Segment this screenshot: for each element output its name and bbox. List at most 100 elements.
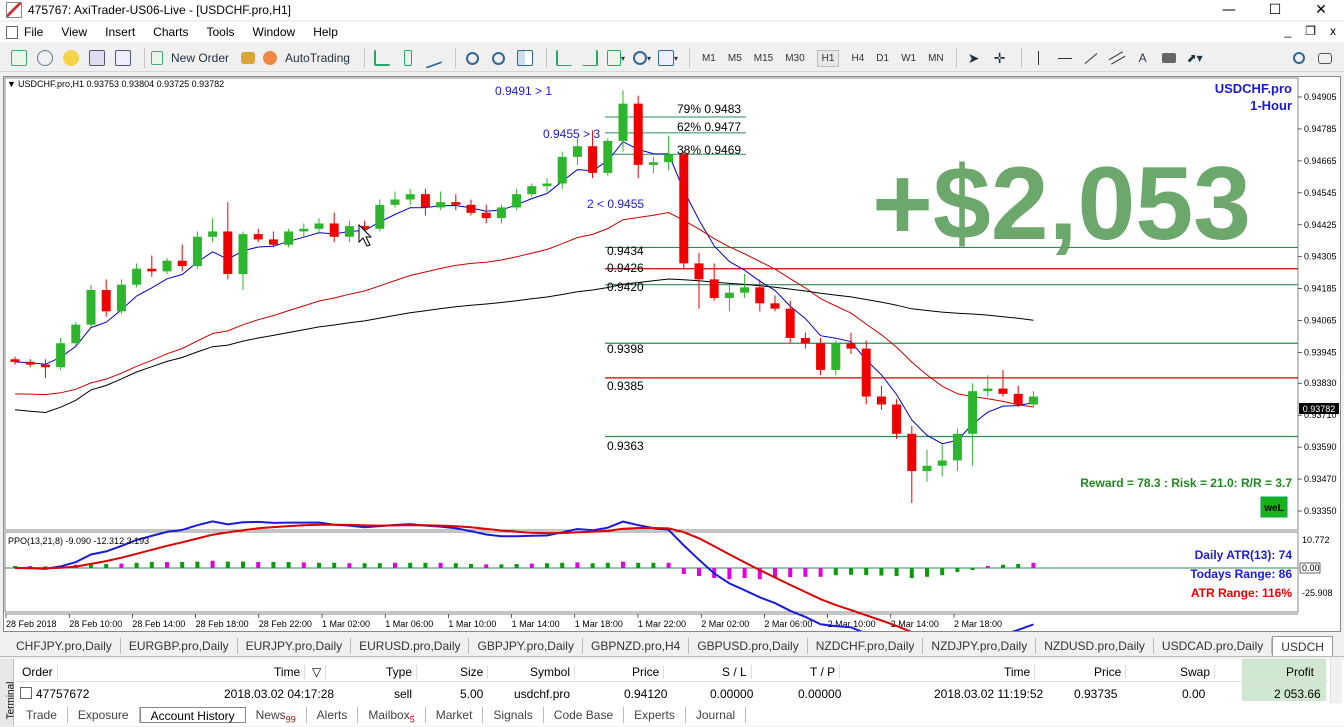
- candlestick-button[interactable]: [397, 47, 419, 69]
- col-type[interactable]: Type: [386, 665, 417, 679]
- new-chart-button[interactable]: [8, 47, 30, 69]
- profiles-button[interactable]: [34, 47, 56, 69]
- menu-insert[interactable]: Insert: [105, 25, 135, 39]
- tab-eurusd[interactable]: EURUSD.pro,Daily: [351, 638, 469, 654]
- menu-tools[interactable]: Tools: [207, 25, 235, 39]
- tab-experts[interactable]: Experts: [624, 707, 686, 723]
- col-order[interactable]: Order: [22, 665, 58, 679]
- periods-button[interactable]: ▾: [631, 47, 653, 69]
- signal-annotation-mid: 0.9455 > 3: [543, 127, 600, 141]
- tab-eurjpy[interactable]: EURJPY.pro,Daily: [238, 638, 351, 654]
- chart-collapse-icon[interactable]: ▼: [7, 79, 16, 89]
- col-tp[interactable]: T / P: [810, 665, 840, 679]
- candle-body: [740, 287, 749, 292]
- timeframe-w1[interactable]: W1: [901, 53, 916, 64]
- favorites-button[interactable]: [60, 47, 82, 69]
- timeframe-m30[interactable]: M30: [785, 53, 804, 64]
- horizontal-line-button[interactable]: [1054, 47, 1076, 69]
- tab-gbpnzd[interactable]: GBPNZD.pro,H4: [583, 638, 689, 654]
- text-label-button[interactable]: [1158, 47, 1180, 69]
- col-open-time[interactable]: Time: [274, 665, 305, 679]
- crosshair-tool-button[interactable]: ✛: [989, 47, 1011, 69]
- col-swap[interactable]: Swap: [1180, 665, 1215, 679]
- menu-help[interactable]: Help: [313, 25, 338, 39]
- col-close-price[interactable]: Price: [1094, 665, 1126, 679]
- child-restore-button[interactable]: ❐: [1305, 24, 1316, 38]
- timeframe-h4[interactable]: H4: [851, 53, 864, 64]
- menu-charts[interactable]: Charts: [153, 25, 188, 39]
- timeframe-m1[interactable]: M1: [702, 53, 716, 64]
- bar-chart-button[interactable]: [371, 47, 393, 69]
- col-close-time[interactable]: Time: [1004, 665, 1035, 679]
- cursor-tool-button[interactable]: ➤: [963, 47, 985, 69]
- tester-button[interactable]: [112, 47, 134, 69]
- indicators-button[interactable]: ▾: [605, 47, 627, 69]
- menu-view[interactable]: View: [61, 25, 87, 39]
- tab-account-history[interactable]: Account History: [140, 707, 246, 723]
- tab-usdcad[interactable]: USDCAD.pro,Daily: [1154, 638, 1272, 654]
- timeframe-h1[interactable]: H1: [817, 50, 840, 67]
- menu-file[interactable]: File: [6, 25, 43, 39]
- tab-market[interactable]: Market: [426, 707, 484, 723]
- tab-signals[interactable]: Signals: [483, 707, 543, 723]
- expert-button[interactable]: [237, 47, 259, 69]
- candle-body: [147, 269, 156, 272]
- timeframe-d1[interactable]: D1: [876, 53, 889, 64]
- minimize-button[interactable]: —: [1206, 0, 1252, 20]
- tab-eurgbp[interactable]: EURGBP.pro,Daily: [121, 638, 238, 654]
- table-row[interactable]: 47757672 2018.03.02 04:17:28 sell 5.00 u…: [16, 684, 1328, 704]
- tab-exposure[interactable]: Exposure: [68, 707, 140, 723]
- trendline-button[interactable]: [1080, 47, 1102, 69]
- child-close-button[interactable]: x: [1330, 24, 1336, 38]
- ppo-histogram-bar: [499, 564, 503, 568]
- price-chart[interactable]: 0.949050.947850.946650.945450.944250.943…: [4, 77, 1340, 631]
- child-minimize-button[interactable]: _: [1285, 24, 1292, 38]
- chart-shift-button[interactable]: [553, 47, 575, 69]
- tab-nzdusd[interactable]: NZDUSD.pro,Daily: [1036, 638, 1154, 654]
- ppo-histogram-bar: [727, 568, 731, 579]
- tab-trade[interactable]: Trade: [16, 707, 68, 723]
- terminal-scrollbar[interactable]: [1330, 659, 1342, 703]
- tab-alerts[interactable]: Alerts: [307, 707, 359, 723]
- tab-chfjpy[interactable]: CHFJPY.pro,Daily: [8, 638, 121, 654]
- line-chart-button[interactable]: [423, 47, 445, 69]
- tab-usdchf[interactable]: USDCH: [1272, 636, 1333, 656]
- autoscroll-button[interactable]: [579, 47, 601, 69]
- search-button[interactable]: [1288, 47, 1310, 69]
- tab-mailbox[interactable]: Mailbox5: [358, 707, 425, 723]
- maximize-button[interactable]: ☐: [1252, 0, 1298, 20]
- col-sl[interactable]: S / L: [722, 665, 752, 679]
- vertical-line-button[interactable]: [1028, 47, 1050, 69]
- timeframe-m5[interactable]: M5: [728, 53, 742, 64]
- arrows-button[interactable]: ⬈▾: [1184, 47, 1206, 69]
- close-button[interactable]: ✕: [1298, 0, 1344, 20]
- zoom-out-button[interactable]: [488, 47, 510, 69]
- tab-gbpusd[interactable]: GBPUSD.pro,Daily: [689, 638, 807, 654]
- channel-button[interactable]: [1106, 47, 1128, 69]
- ppo-histogram-bar: [241, 562, 245, 568]
- col-symbol[interactable]: Symbol: [530, 665, 575, 679]
- tab-gbpjpy[interactable]: GBPJPY.pro,Daily: [469, 638, 583, 654]
- timeframe-mn[interactable]: MN: [928, 53, 944, 64]
- tab-code-base[interactable]: Code Base: [544, 707, 624, 723]
- col-open-price[interactable]: Price: [632, 665, 664, 679]
- navigator-button[interactable]: [86, 47, 108, 69]
- zoom-in-button[interactable]: [462, 47, 484, 69]
- take-profit: 0.00000: [798, 687, 841, 701]
- timeframe-m15[interactable]: M15: [754, 53, 773, 64]
- templates-button[interactable]: ▾: [657, 47, 679, 69]
- tab-journal[interactable]: Journal: [686, 707, 746, 723]
- chart-window[interactable]: 0.949050.947850.946650.945450.944250.943…: [3, 76, 1341, 632]
- chat-button[interactable]: [1314, 47, 1336, 69]
- new-order-button[interactable]: New Order: [151, 47, 233, 69]
- tile-windows-button[interactable]: [514, 47, 536, 69]
- text-tool-button[interactable]: A: [1132, 47, 1154, 69]
- autotrading-button[interactable]: AutoTrading: [263, 47, 354, 69]
- tab-nzdjpy[interactable]: NZDJPY.pro,Daily: [923, 638, 1036, 654]
- magnifier-icon: [115, 50, 131, 66]
- tab-news[interactable]: News99: [246, 707, 307, 723]
- col-profit[interactable]: Profit: [1286, 665, 1319, 679]
- menu-window[interactable]: Window: [253, 25, 296, 39]
- tab-nzdchf[interactable]: NZDCHF.pro,Daily: [808, 638, 924, 654]
- col-size[interactable]: Size: [460, 665, 488, 679]
